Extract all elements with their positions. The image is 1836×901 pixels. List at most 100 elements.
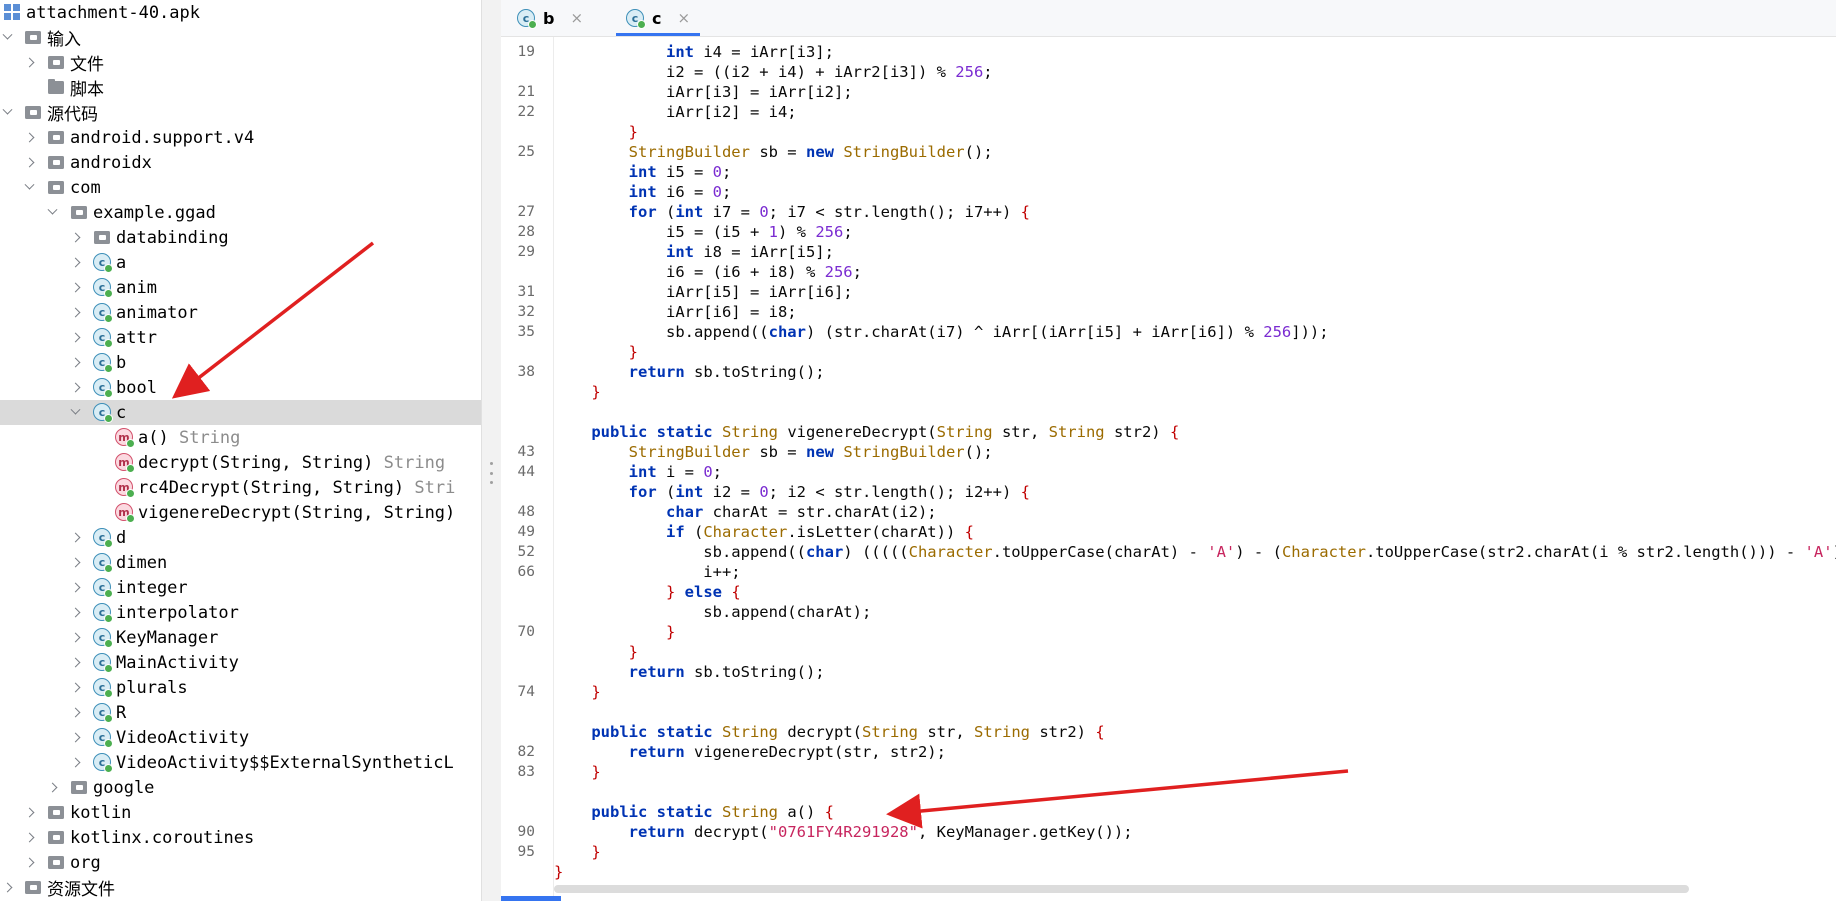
chevron-right-icon[interactable] bbox=[70, 258, 80, 268]
code-line: } bbox=[628, 643, 638, 661]
package-icon bbox=[47, 153, 65, 171]
chevron-right-icon[interactable] bbox=[24, 158, 34, 168]
tree-row-class[interactable]: c VideoActivity$$ExternalSyntheticL bbox=[0, 750, 481, 775]
chevron-down-icon[interactable] bbox=[70, 408, 80, 418]
chevron-right-icon[interactable] bbox=[70, 733, 80, 743]
code-line: char charAt = str.charAt(i2); bbox=[665, 503, 937, 521]
tree-row-class[interactable]: c b bbox=[0, 350, 481, 375]
chevron-right-icon[interactable] bbox=[47, 783, 57, 793]
tree-row-method[interactable]: m rc4Decrypt(String, String) Stri bbox=[0, 475, 481, 500]
chevron-right-icon[interactable] bbox=[70, 658, 80, 668]
tree-row-class[interactable]: c KeyManager bbox=[0, 625, 481, 650]
tree-row-class[interactable]: c dimen bbox=[0, 550, 481, 575]
tree-row-scripts[interactable]: 脚本 bbox=[0, 75, 481, 100]
chevron-right-icon[interactable] bbox=[70, 633, 80, 643]
tab-label: c bbox=[652, 8, 662, 28]
chevron-right-icon[interactable] bbox=[24, 808, 34, 818]
panel-splitter[interactable] bbox=[481, 0, 503, 901]
line-number: 27 bbox=[517, 204, 535, 220]
chevron-right-icon[interactable] bbox=[70, 758, 80, 768]
close-icon[interactable]: × bbox=[570, 9, 583, 27]
tree-row-class[interactable]: c R bbox=[0, 700, 481, 725]
tab-b[interactable]: c b × bbox=[517, 0, 583, 36]
folder-icon bbox=[24, 103, 42, 121]
chevron-right-icon[interactable] bbox=[70, 333, 80, 343]
tree-row-class[interactable]: c plurals bbox=[0, 675, 481, 700]
chevron-right-icon[interactable] bbox=[2, 883, 12, 893]
tree-row-method[interactable]: m a() String bbox=[0, 425, 481, 450]
chevron-right-icon[interactable] bbox=[70, 383, 80, 393]
chevron-down-icon[interactable] bbox=[24, 183, 34, 193]
tree-row-class[interactable]: c MainActivity bbox=[0, 650, 481, 675]
tree-row-class[interactable]: c bool bbox=[0, 375, 481, 400]
chevron-right-icon[interactable] bbox=[24, 133, 34, 143]
tree-label-class: attr bbox=[116, 327, 157, 348]
decompiler-window: attachment-40.apk 输入 文件 脚本 源代码 android.s… bbox=[0, 0, 1836, 901]
line-number: 29 bbox=[517, 244, 535, 260]
tree-row-package[interactable]: org bbox=[0, 850, 481, 875]
class-icon: c bbox=[93, 628, 113, 648]
splitter-grip-icon[interactable] bbox=[490, 462, 494, 484]
tree-row-package[interactable]: example.ggad bbox=[0, 200, 481, 225]
chevron-right-icon[interactable] bbox=[24, 58, 34, 68]
tree-row-files[interactable]: 文件 bbox=[0, 50, 481, 75]
tree-row-class[interactable]: c integer bbox=[0, 575, 481, 600]
tree-row-package[interactable]: google bbox=[0, 775, 481, 800]
class-icon: c bbox=[93, 753, 113, 773]
tree-row-input[interactable]: 输入 bbox=[0, 25, 481, 50]
tree-row-package[interactable]: androidx bbox=[0, 150, 481, 175]
chevron-down-icon[interactable] bbox=[2, 108, 12, 118]
chevron-right-icon[interactable] bbox=[70, 708, 80, 718]
chevron-right-icon[interactable] bbox=[70, 558, 80, 568]
tree-row-method[interactable]: m vigenereDecrypt(String, String) bbox=[0, 500, 481, 525]
chevron-right-icon[interactable] bbox=[24, 858, 34, 868]
code-line: i++; bbox=[554, 563, 741, 581]
package-icon bbox=[47, 853, 65, 871]
tree-row-package[interactable]: com bbox=[0, 175, 481, 200]
line-number: 25 bbox=[517, 144, 535, 160]
tree-label-package: databinding bbox=[116, 227, 229, 248]
tree-row-package[interactable]: kotlin bbox=[0, 800, 481, 825]
folder-icon bbox=[47, 53, 65, 71]
folder-icon bbox=[24, 878, 42, 896]
tree-row-resources[interactable]: 资源文件 bbox=[0, 875, 481, 900]
tree-row-class[interactable]: c animator bbox=[0, 300, 481, 325]
tree-row-class[interactable]: c attr bbox=[0, 325, 481, 350]
tree-row-package[interactable]: kotlinx.coroutines bbox=[0, 825, 481, 850]
tree-row-package[interactable]: android.support.v4 bbox=[0, 125, 481, 150]
chevron-right-icon[interactable] bbox=[70, 283, 80, 293]
chevron-right-icon[interactable] bbox=[70, 583, 80, 593]
tree-row-class[interactable]: c anim bbox=[0, 275, 481, 300]
class-icon: c bbox=[93, 403, 113, 423]
horizontal-scrollbar[interactable] bbox=[554, 883, 1836, 901]
line-number: 95 bbox=[517, 844, 535, 860]
tree-row-package[interactable]: databinding bbox=[0, 225, 481, 250]
line-number: 31 bbox=[517, 284, 535, 300]
code-line: sb.append(charAt); bbox=[554, 603, 872, 621]
tree-row-class[interactable]: c a bbox=[0, 250, 481, 275]
tree-row-class[interactable]: c interpolator bbox=[0, 600, 481, 625]
chevron-right-icon[interactable] bbox=[70, 683, 80, 693]
chevron-right-icon[interactable] bbox=[24, 833, 34, 843]
code-line: if (Character.isLetter(charAt)) { bbox=[665, 523, 974, 541]
tree-row-class[interactable]: c d bbox=[0, 525, 481, 550]
tree-row-class-selected[interactable]: c c bbox=[0, 400, 481, 425]
class-icon: c bbox=[93, 353, 113, 373]
chevron-right-icon[interactable] bbox=[70, 308, 80, 318]
close-icon[interactable]: × bbox=[677, 9, 690, 27]
tree-row-apk[interactable]: attachment-40.apk bbox=[0, 0, 481, 25]
tree-row-source[interactable]: 源代码 bbox=[0, 100, 481, 125]
chevron-down-icon[interactable] bbox=[47, 208, 57, 218]
chevron-right-icon[interactable] bbox=[70, 233, 80, 243]
chevron-right-icon[interactable] bbox=[70, 533, 80, 543]
tree-row-method[interactable]: m decrypt(String, String) String bbox=[0, 450, 481, 475]
tree-row-class[interactable]: c VideoActivity bbox=[0, 725, 481, 750]
code-line: } bbox=[628, 343, 638, 361]
chevron-right-icon[interactable] bbox=[70, 358, 80, 368]
code-line: i6 = (i6 + i8) % 256; bbox=[554, 263, 862, 281]
tab-c[interactable]: c c × bbox=[616, 0, 701, 36]
class-icon: c bbox=[93, 578, 113, 598]
chevron-right-icon[interactable] bbox=[70, 608, 80, 618]
scrollbar-thumb[interactable] bbox=[554, 885, 1689, 893]
chevron-down-icon[interactable] bbox=[2, 33, 12, 43]
